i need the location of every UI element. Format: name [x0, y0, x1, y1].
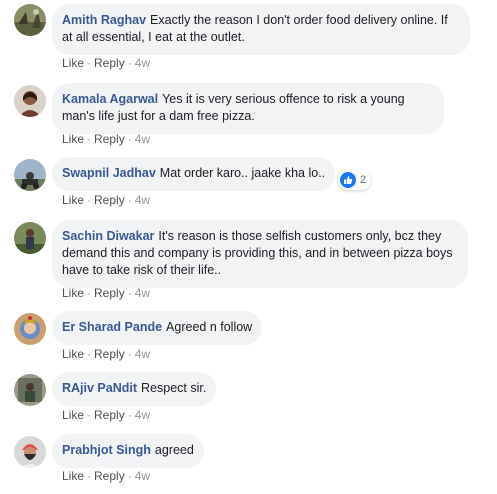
comment-timestamp[interactable]: 4w: [135, 193, 150, 207]
comment-timestamp[interactable]: 4w: [135, 286, 150, 300]
like-link[interactable]: Like: [62, 132, 84, 146]
like-link[interactable]: Like: [62, 286, 84, 300]
like-link[interactable]: Like: [62, 347, 84, 361]
comment-author[interactable]: Swapnil Jadhav: [62, 166, 156, 180]
comment-bubble: Amith Raghav Exactly the reason I don't o…: [52, 4, 470, 55]
reply-link[interactable]: Reply: [94, 469, 125, 483]
comment-timestamp[interactable]: 4w: [135, 132, 150, 146]
comment-actions: Like · Reply · 4w: [62, 286, 151, 300]
reaction-count-text: 2: [360, 174, 367, 186]
reply-link[interactable]: Reply: [94, 408, 125, 422]
avatar[interactable]: [14, 159, 46, 191]
like-link[interactable]: Like: [62, 56, 84, 70]
avatar[interactable]: [14, 85, 46, 117]
comment-author[interactable]: RAjiv PaNdit: [62, 381, 137, 395]
reply-link[interactable]: Reply: [94, 347, 125, 361]
comment-text: Respect sir.: [141, 381, 207, 395]
reaction-count[interactable]: 2: [338, 170, 372, 190]
comment-text: agreed: [154, 443, 194, 457]
comment-timestamp[interactable]: 4w: [135, 408, 150, 422]
comment-text: Mat order karo.. jaake kha lo..: [159, 166, 326, 180]
comment-author[interactable]: Er Sharad Pande: [62, 320, 162, 334]
comment-author[interactable]: Kamala Agarwal: [62, 92, 158, 106]
comment-actions: Like · Reply · 4w: [62, 408, 151, 422]
comment-author[interactable]: Prabhjot Singh: [62, 443, 151, 457]
comment-text: Agreed n follow: [166, 320, 253, 334]
comment-bubble: Prabhjot Singh agreed: [52, 434, 204, 468]
comment-timestamp[interactable]: 4w: [135, 56, 150, 70]
avatar[interactable]: [14, 4, 46, 36]
like-link[interactable]: Like: [62, 408, 84, 422]
comment-actions: Like · Reply · 4w: [62, 56, 151, 70]
comment-bubble: Swapnil Jadhav Mat order karo.. jaake kha…: [52, 157, 336, 191]
comment-timestamp[interactable]: 4w: [135, 469, 150, 483]
comment-timestamp[interactable]: 4w: [135, 347, 150, 361]
thumbs-up-icon: [340, 172, 356, 188]
comment-author[interactable]: Amith Raghav: [62, 13, 146, 27]
like-link[interactable]: Like: [62, 193, 84, 207]
comment-bubble: RAjiv PaNdit Respect sir.: [52, 372, 217, 406]
avatar[interactable]: [14, 374, 46, 406]
reply-link[interactable]: Reply: [94, 193, 125, 207]
comment-actions: Like · Reply · 4w: [62, 347, 151, 361]
comment-actions: Like · Reply · 4w: [62, 132, 151, 146]
reply-link[interactable]: Reply: [94, 56, 125, 70]
comment-author[interactable]: Sachin Diwakar: [62, 229, 154, 243]
avatar[interactable]: [14, 222, 46, 254]
reply-link[interactable]: Reply: [94, 132, 125, 146]
reply-link[interactable]: Reply: [94, 286, 125, 300]
avatar[interactable]: [14, 436, 46, 468]
comment-actions: Like · Reply · 4w: [62, 469, 151, 483]
comment-bubble: Er Sharad Pande Agreed n follow: [52, 311, 263, 345]
comment-bubble: Sachin Diwakar It's reason is those selfi…: [52, 220, 468, 288]
comment-actions: Like · Reply · 4w: [62, 193, 151, 207]
comment-bubble: Kamala Agarwal Yes it is very serious off…: [52, 83, 444, 134]
like-link[interactable]: Like: [62, 469, 84, 483]
avatar[interactable]: [14, 313, 46, 345]
